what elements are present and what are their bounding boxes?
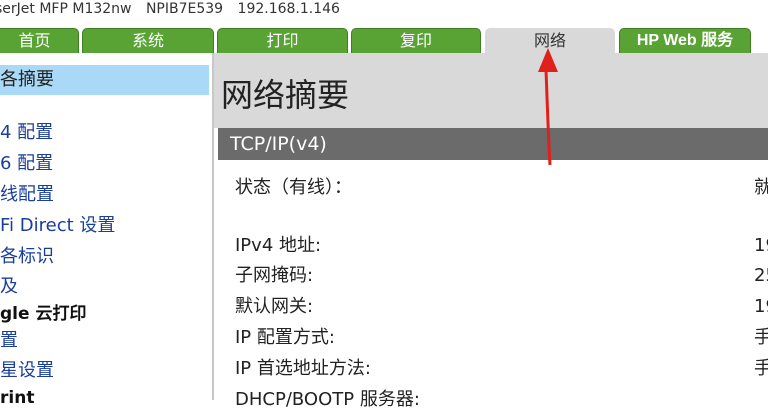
value-status-wired: 就 — [754, 177, 768, 198]
sidebar-item-label: 6 配置 — [0, 153, 54, 174]
sidebar-item-proxy-settings[interactable]: 星设置 — [0, 356, 210, 386]
tab-network[interactable]: 网络 — [485, 28, 615, 53]
label-default-gateway: 默认网关: — [235, 296, 314, 317]
sidebar-item-label: 置 — [0, 330, 18, 351]
label-ip-preferred-address-method: IP 首选地址方法: — [235, 358, 371, 379]
label-ip-config-method: IP 配置方式: — [235, 327, 335, 348]
sidebar-item-google-cloud-print[interactable]: gle 云打印 — [0, 299, 210, 329]
sidebar-item-advanced[interactable]: 及 — [0, 272, 210, 302]
sidebar-item-wireless-config[interactable]: 线配置 — [0, 180, 210, 210]
tab-print[interactable]: 打印 — [217, 28, 348, 53]
section-title: TCP/IP(v4) — [230, 133, 327, 155]
printer-model: serJet MFP M132nw — [0, 1, 132, 17]
sidebar: 各摘要 4 配置 6 配置 线配置 Fi Direct 设置 各标识 及 gle… — [0, 53, 214, 408]
printer-hostname: NPIB7E539 — [145, 1, 224, 17]
tab-home[interactable]: 首页 — [0, 28, 79, 53]
printer-ip: 192.168.1.146 — [237, 1, 340, 17]
sidebar-item-network-identity[interactable]: 各标识 — [0, 242, 210, 272]
tab-copy[interactable]: 复印 — [351, 28, 481, 53]
sidebar-item-label: gle 云打印 — [0, 304, 87, 324]
label-subnet-mask: 子网掩码: — [235, 265, 314, 286]
device-info: serJet MFP M132nw NPIB7E539 192.168.1.14… — [0, 0, 350, 18]
label-ipv4-address: IPv4 地址: — [235, 235, 322, 256]
sidebar-item-wifi-direct[interactable]: Fi Direct 设置 — [0, 211, 210, 241]
tab-hp-web-services[interactable]: HP Web 服务 — [619, 28, 751, 53]
label-dhcp-bootp-server: DHCP/BOOTP 服务器: — [235, 389, 420, 410]
sidebar-item-network-summary[interactable]: 各摘要 — [0, 65, 209, 95]
sidebar-item-label: Fi Direct 设置 — [0, 215, 116, 236]
sidebar-item-label: 及 — [0, 276, 18, 297]
sidebar-item-label: 各摘要 — [0, 69, 54, 90]
value-ipv4-address: 19 — [754, 235, 768, 256]
sidebar-item-label: 线配置 — [0, 184, 54, 205]
sidebar-item-settings[interactable]: 置 — [0, 326, 210, 356]
main-content: 网络摘要 TCP/IP(v4) 状态（有线）： 就 IPv4 地址: 19 子网… — [214, 53, 768, 410]
device-info-bar: serJet MFP M132nw NPIB7E539 192.168.1.14… — [0, 0, 768, 26]
value-ip-config-method: 手 — [754, 327, 768, 348]
tab-system[interactable]: 系统 — [82, 28, 214, 53]
sidebar-item-label: 各标识 — [0, 246, 54, 267]
label-status-wired: 状态（有线）： — [235, 177, 352, 198]
value-subnet-mask: 25 — [754, 265, 768, 286]
title-area: 网络摘要 — [214, 53, 768, 128]
sidebar-item-label: 星设置 — [0, 360, 54, 381]
section-header-tcpip-v4: TCP/IP(v4) — [218, 128, 768, 160]
value-default-gateway: 19 — [754, 296, 768, 317]
sidebar-item-label: rint — [0, 388, 35, 408]
main-tabs: 首页 系统 打印 复印 网络 HP Web 服务 — [0, 26, 768, 53]
sidebar-item-airprint[interactable]: rint — [0, 383, 210, 413]
sidebar-item-label: 4 配置 — [0, 122, 54, 143]
value-ip-preferred-address-method: 手 — [754, 358, 768, 379]
sidebar-item-ipv4-config[interactable]: 4 配置 — [0, 118, 210, 148]
page-title: 网络摘要 — [221, 76, 350, 114]
sidebar-item-ipv6-config[interactable]: 6 配置 — [0, 149, 210, 179]
